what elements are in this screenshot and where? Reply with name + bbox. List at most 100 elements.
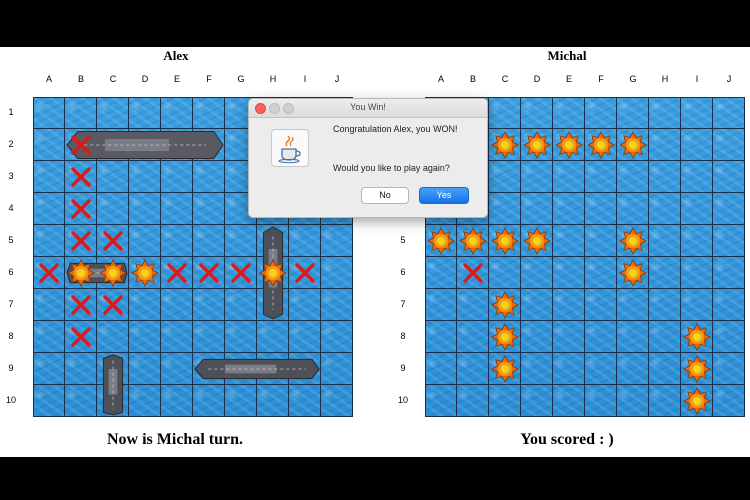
grid-cell[interactable] — [33, 129, 65, 161]
grid-cell[interactable] — [713, 161, 745, 193]
grid-cell[interactable] — [65, 97, 97, 129]
grid-cell[interactable] — [193, 193, 225, 225]
grid-cell[interactable] — [489, 257, 521, 289]
grid-cell[interactable] — [161, 193, 193, 225]
grid-cell[interactable] — [553, 385, 585, 417]
grid-cell[interactable] — [225, 225, 257, 257]
grid-cell[interactable] — [649, 97, 681, 129]
grid-cell[interactable] — [193, 97, 225, 129]
grid-cell[interactable] — [713, 385, 745, 417]
grid-cell[interactable] — [257, 385, 289, 417]
grid-cell[interactable] — [617, 321, 649, 353]
grid-cell[interactable] — [713, 225, 745, 257]
grid-cell[interactable] — [649, 353, 681, 385]
grid-cell[interactable] — [289, 321, 321, 353]
grid-cell[interactable] — [681, 129, 713, 161]
grid-cell[interactable] — [65, 385, 97, 417]
grid-cell[interactable] — [33, 193, 65, 225]
grid-cell[interactable] — [585, 193, 617, 225]
grid-cell[interactable] — [321, 321, 353, 353]
grid-cell[interactable] — [161, 289, 193, 321]
grid-cell[interactable] — [129, 385, 161, 417]
grid-cell[interactable] — [681, 289, 713, 321]
grid-cell[interactable] — [33, 161, 65, 193]
grid-cell[interactable] — [681, 257, 713, 289]
grid-cell[interactable] — [521, 161, 553, 193]
grid-cell[interactable] — [457, 353, 489, 385]
grid-cell[interactable] — [33, 289, 65, 321]
grid-cell[interactable] — [713, 321, 745, 353]
grid-cell[interactable] — [521, 321, 553, 353]
grid-cell[interactable] — [617, 289, 649, 321]
grid-cell[interactable] — [553, 353, 585, 385]
grid-cell[interactable] — [649, 129, 681, 161]
grid-cell[interactable] — [129, 225, 161, 257]
grid-cell[interactable] — [521, 385, 553, 417]
grid-cell[interactable] — [713, 289, 745, 321]
grid-cell[interactable] — [161, 385, 193, 417]
grid-cell[interactable] — [193, 321, 225, 353]
grid-cell[interactable] — [489, 97, 521, 129]
grid-cell[interactable] — [585, 257, 617, 289]
grid-cell[interactable] — [161, 321, 193, 353]
grid-cell[interactable] — [553, 321, 585, 353]
grid-cell[interactable] — [713, 129, 745, 161]
grid-cell[interactable] — [425, 289, 457, 321]
grid-cell[interactable] — [553, 193, 585, 225]
grid-cell[interactable] — [585, 353, 617, 385]
grid-cell[interactable] — [129, 321, 161, 353]
grid-cell[interactable] — [33, 321, 65, 353]
grid-cell[interactable] — [193, 289, 225, 321]
grid-cell[interactable] — [97, 161, 129, 193]
grid-cell[interactable] — [649, 289, 681, 321]
grid-cell[interactable] — [257, 321, 289, 353]
grid-cell[interactable] — [425, 257, 457, 289]
grid-cell[interactable] — [649, 161, 681, 193]
grid-cell[interactable] — [521, 193, 553, 225]
grid-cell[interactable] — [489, 385, 521, 417]
grid-cell[interactable] — [225, 385, 257, 417]
grid-cell[interactable] — [289, 225, 321, 257]
grid-cell[interactable] — [681, 161, 713, 193]
grid-cell[interactable] — [553, 97, 585, 129]
grid-cell[interactable] — [713, 353, 745, 385]
grid-cell[interactable] — [161, 225, 193, 257]
grid-cell[interactable] — [289, 289, 321, 321]
grid-cell[interactable] — [161, 161, 193, 193]
grid-cell[interactable] — [321, 225, 353, 257]
grid-cell[interactable] — [161, 97, 193, 129]
grid-cell[interactable] — [129, 97, 161, 129]
grid-cell[interactable] — [489, 161, 521, 193]
grid-cell[interactable] — [489, 193, 521, 225]
grid-cell[interactable] — [425, 353, 457, 385]
grid-cell[interactable] — [193, 385, 225, 417]
grid-cell[interactable] — [617, 97, 649, 129]
grid-cell[interactable] — [321, 257, 353, 289]
grid-cell[interactable] — [289, 385, 321, 417]
grid-cell[interactable] — [713, 193, 745, 225]
grid-cell[interactable] — [617, 385, 649, 417]
grid-cell[interactable] — [33, 225, 65, 257]
grid-cell[interactable] — [681, 225, 713, 257]
grid-cell[interactable] — [553, 225, 585, 257]
grid-cell[interactable] — [617, 193, 649, 225]
grid-cell[interactable] — [649, 193, 681, 225]
grid-cell[interactable] — [457, 321, 489, 353]
grid-cell[interactable] — [553, 289, 585, 321]
grid-cell[interactable] — [129, 161, 161, 193]
grid-cell[interactable] — [649, 257, 681, 289]
grid-cell[interactable] — [193, 225, 225, 257]
no-button[interactable]: No — [361, 187, 409, 204]
grid-cell[interactable] — [97, 321, 129, 353]
grid-cell[interactable] — [713, 97, 745, 129]
grid-cell[interactable] — [617, 353, 649, 385]
grid-cell[interactable] — [521, 353, 553, 385]
grid-cell[interactable] — [161, 353, 193, 385]
grid-cell[interactable] — [681, 193, 713, 225]
grid-cell[interactable] — [649, 225, 681, 257]
grid-cell[interactable] — [681, 97, 713, 129]
grid-cell[interactable] — [425, 385, 457, 417]
grid-cell[interactable] — [97, 193, 129, 225]
grid-cell[interactable] — [33, 97, 65, 129]
grid-cell[interactable] — [65, 353, 97, 385]
